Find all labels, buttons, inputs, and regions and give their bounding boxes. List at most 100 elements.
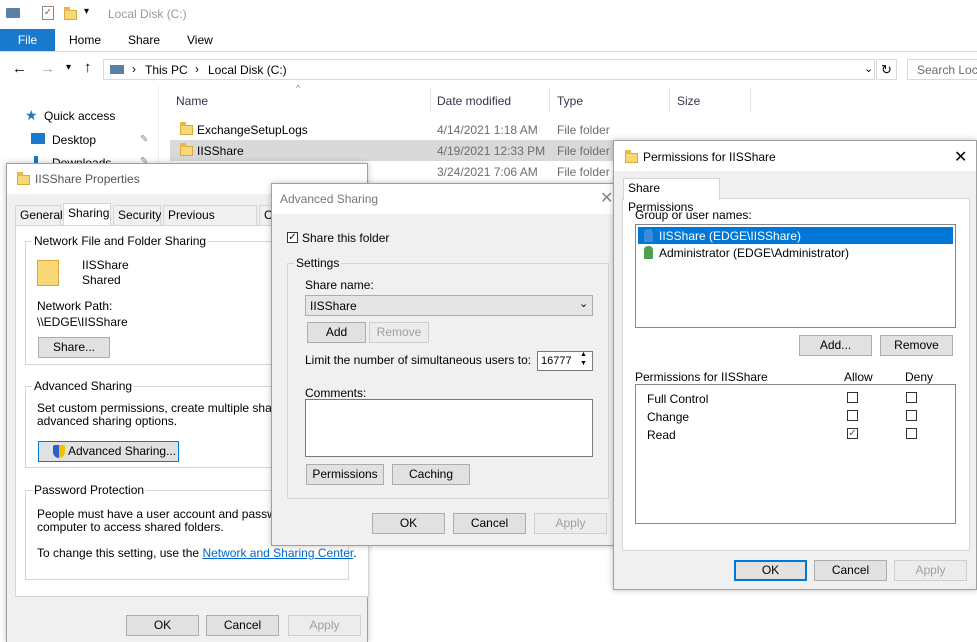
read-allow-checkbox[interactable]: ✓	[847, 428, 858, 439]
folder-name: IISShare	[82, 258, 129, 272]
full-control-allow-checkbox[interactable]	[847, 392, 858, 403]
share-this-folder-checkbox[interactable]: ✓	[287, 232, 298, 243]
permission-name: Full Control	[647, 392, 709, 406]
list-item[interactable]: Administrator (EDGE\Administrator)	[638, 244, 953, 261]
file-name: IISShare	[197, 144, 244, 158]
list-item[interactable]: IISShare (EDGE\IISShare)	[638, 227, 953, 244]
back-arrow-icon[interactable]: ←	[12, 60, 27, 77]
properties-icon[interactable]: ✓	[42, 6, 54, 20]
group-label: Advanced Sharing	[32, 379, 135, 393]
column-divider[interactable]	[430, 88, 431, 113]
ok-button[interactable]: OK	[372, 513, 445, 534]
refresh-button[interactable]: ↻	[876, 59, 897, 80]
tab-file[interactable]: File	[0, 29, 55, 51]
column-divider[interactable]	[750, 88, 751, 113]
cancel-button[interactable]: Cancel	[206, 615, 279, 636]
chevron-right-icon: ›	[132, 62, 136, 76]
change-allow-checkbox[interactable]	[847, 410, 858, 421]
cancel-button[interactable]: Cancel	[814, 560, 887, 581]
permission-name: Change	[647, 410, 690, 424]
user-name: IISShare (EDGE\IISShare)	[659, 229, 802, 243]
tab-share-permissions[interactable]: Share Permissions	[623, 178, 720, 214]
search-input[interactable]: Search Loca	[917, 63, 977, 77]
window-title: Local Disk (C:)	[108, 7, 187, 21]
ok-button[interactable]: OK	[126, 615, 199, 636]
apply-button[interactable]: Apply	[288, 615, 361, 636]
breadcrumb-local-disk[interactable]: Local Disk (C:)	[208, 63, 287, 77]
user-list[interactable]: IISShare (EDGE\IISShare) Administrator (…	[635, 224, 956, 328]
share-name-select[interactable]: IISShare ⌄	[305, 295, 593, 316]
limit-users-label: Limit the number of simultaneous users t…	[305, 353, 532, 367]
folder-icon	[180, 122, 193, 135]
file-date: 3/24/2021 7:06 AM	[437, 165, 538, 179]
address-bar[interactable]: › This PC › Local Disk (C:) ⌄	[103, 59, 875, 80]
advanced-sharing-button[interactable]: Advanced Sharing...	[38, 441, 179, 462]
quick-access-toolbar: ✓ ▾	[6, 6, 96, 22]
apply-button[interactable]: Apply	[894, 560, 967, 581]
forward-arrow-icon[interactable]: →	[40, 60, 55, 77]
permissions-button[interactable]: Permissions	[306, 464, 384, 485]
tab-general[interactable]: General	[15, 205, 63, 225]
share-button[interactable]: Share...	[38, 337, 110, 358]
add-button[interactable]: Add...	[799, 335, 872, 356]
nav-quick-access[interactable]: Quick access	[44, 109, 115, 123]
search-box[interactable]: Search Loca	[907, 59, 977, 80]
column-header-name[interactable]: Name	[176, 94, 208, 108]
change-deny-checkbox[interactable]	[906, 410, 917, 421]
read-deny-checkbox[interactable]	[906, 428, 917, 439]
table-row[interactable]: ExchangeSetupLogs 4/14/2021 1:18 AM File…	[170, 119, 620, 140]
pin-icon[interactable]: ✎	[140, 134, 148, 145]
network-sharing-center-link[interactable]: Network and Sharing Center	[202, 546, 353, 560]
spin-down-icon[interactable]: ▼	[580, 360, 587, 367]
up-arrow-icon[interactable]: ↑	[84, 59, 92, 76]
new-folder-icon[interactable]	[64, 7, 77, 20]
close-icon[interactable]: ✕	[954, 147, 967, 167]
refresh-icon: ↻	[881, 62, 892, 77]
permissions-titlebar[interactable]: Permissions for IISShare ✕	[614, 141, 976, 171]
allow-header: Allow	[844, 370, 873, 384]
share-this-folder-label[interactable]: Share this folder	[302, 231, 389, 245]
user-name: Administrator (EDGE\Administrator)	[659, 246, 850, 260]
network-path-label: Network Path:	[37, 299, 113, 313]
remove-button[interactable]: Remove	[880, 335, 953, 356]
chevron-down-icon[interactable]: ⌄	[864, 62, 873, 75]
full-control-deny-checkbox[interactable]	[906, 392, 917, 403]
comments-textarea[interactable]	[305, 399, 593, 457]
tab-view[interactable]: View	[187, 33, 213, 47]
ok-button[interactable]: OK	[734, 560, 807, 581]
breadcrumb-this-pc[interactable]: This PC	[145, 63, 188, 77]
tab-home[interactable]: Home	[69, 33, 101, 47]
apply-button[interactable]: Apply	[534, 513, 607, 534]
recent-locations-icon[interactable]: ▾	[66, 62, 71, 73]
file-date: 4/14/2021 1:18 AM	[437, 123, 538, 137]
column-header-date[interactable]: Date modified	[437, 94, 511, 108]
close-icon[interactable]: ✕	[600, 188, 613, 208]
caching-button[interactable]: Caching	[392, 464, 470, 485]
limit-users-stepper[interactable]: 16777 ▲ ▼	[537, 351, 593, 371]
remove-button[interactable]: Remove	[369, 322, 429, 343]
customize-toolbar-icon[interactable]: ▾	[84, 6, 89, 17]
tab-previous-versions[interactable]: Previous Versions	[163, 205, 257, 241]
table-row[interactable]: IISShare 4/19/2021 12:33 PM File folder	[170, 140, 620, 161]
drive-icon[interactable]	[6, 8, 20, 18]
tab-share[interactable]: Share	[128, 33, 160, 47]
nav-desktop[interactable]: Desktop	[52, 133, 96, 147]
share-name-value: IISShare	[310, 299, 357, 313]
password-description-2: computer to access shared folders.	[37, 520, 224, 534]
column-divider[interactable]	[549, 88, 550, 113]
column-header-size[interactable]: Size	[677, 94, 700, 108]
column-header-type[interactable]: Type	[557, 94, 583, 108]
permissions-header: Permissions for IISShare	[635, 370, 768, 384]
add-button[interactable]: Add	[307, 322, 366, 343]
limit-users-value[interactable]: 16777	[541, 355, 572, 367]
nav-pane-divider	[158, 86, 159, 166]
advanced-description: Set custom permissions, create multiple …	[37, 401, 309, 415]
tab-sharing[interactable]: Sharing	[63, 203, 111, 225]
dialog-title: Advanced Sharing	[280, 192, 379, 206]
spin-up-icon[interactable]: ▲	[580, 351, 587, 358]
cancel-button[interactable]: Cancel	[453, 513, 526, 534]
advanced-sharing-dialog: Advanced Sharing ✕ ✓ Share this folder S…	[271, 183, 617, 546]
tab-security[interactable]: Security	[113, 205, 161, 225]
advanced-titlebar[interactable]: Advanced Sharing ✕	[272, 184, 616, 214]
column-divider[interactable]	[669, 88, 670, 113]
